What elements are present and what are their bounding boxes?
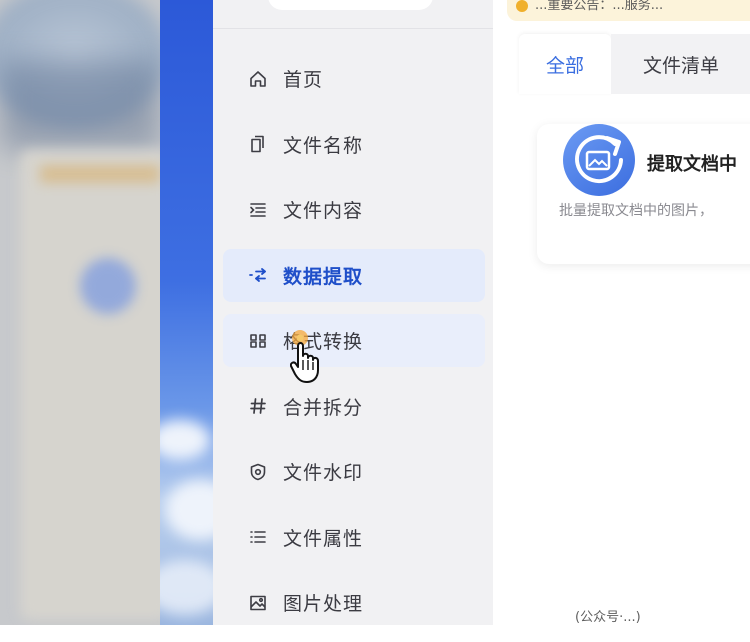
sidebar-item-label: 图片处理 (283, 593, 364, 615)
tab-bar: 全部 文件清单 (519, 34, 750, 94)
notice-text: ...重要公告：...服务... (535, 0, 664, 13)
hash-icon (247, 395, 269, 417)
divider (213, 28, 493, 29)
card-description: 批量提取文档中的图片， (559, 203, 713, 219)
background-panel (20, 150, 160, 620)
hand-cursor-icon (290, 330, 319, 383)
file-copy-icon (247, 133, 269, 155)
cloud (165, 480, 215, 540)
background-window (0, 0, 160, 625)
home-icon (247, 68, 269, 90)
desktop-wallpaper (160, 0, 215, 625)
indent-list-icon (247, 199, 269, 221)
sidebar-item-home[interactable]: 首页 (223, 52, 485, 105)
background-bar (40, 165, 160, 183)
tab-file-list[interactable]: 文件清单 (611, 34, 750, 94)
card-title: 提取文档中 (647, 154, 737, 175)
main-content: ...重要公告：...服务... 全部 文件清单 提取文档中 批量提取文档中的图… (493, 0, 750, 625)
notice-icon (516, 0, 528, 12)
sidebar-item-file-name[interactable]: 文件名称 (223, 118, 485, 171)
extract-image-icon (563, 124, 635, 196)
sidebar-item-label: 数据提取 (283, 265, 364, 288)
convert-frame-icon (247, 330, 269, 352)
shield-icon (247, 461, 269, 483)
watermark-text: (公众号·...) (575, 610, 641, 625)
notice-banner[interactable]: ...重要公告：...服务... (507, 0, 750, 21)
sidebar-top-box[interactable] (268, 0, 433, 10)
sidebar-item-file-content[interactable]: 文件内容 (223, 183, 485, 236)
sidebar-item-merge-split[interactable]: 合并拆分 (223, 380, 485, 433)
extract-arrows-icon (247, 264, 269, 286)
sidebar-item-format-convert[interactable]: 格式转换 (223, 314, 485, 367)
sidebar-item-label: 文件水印 (283, 462, 364, 484)
sidebar-nav: 首页 文件名称 文件内容 数据提取 格式转换 合并拆分 文件水印 文件属性 图片… (223, 52, 485, 642)
cloud (160, 560, 215, 615)
sidebar-item-label: 合并拆分 (283, 396, 364, 419)
sidebar-item-label: 文件内容 (283, 200, 364, 222)
cloud (160, 420, 210, 460)
sidebar-item-label: 文件名称 (283, 134, 364, 157)
sidebar-item-data-extract[interactable]: 数据提取 (223, 248, 485, 302)
list-icon (247, 526, 269, 548)
background-circle (80, 258, 136, 314)
sidebar-item-file-properties[interactable]: 文件属性 (223, 511, 485, 564)
sidebar: 首页 文件名称 文件内容 数据提取 格式转换 合并拆分 文件水印 文件属性 图片… (213, 0, 493, 625)
feature-card[interactable]: 提取文档中 批量提取文档中的图片， (537, 124, 750, 264)
image-icon (247, 592, 269, 614)
tab-all[interactable]: 全部 (519, 34, 611, 94)
sidebar-item-label: 文件属性 (283, 527, 364, 550)
sidebar-item-label: 首页 (283, 69, 324, 91)
sidebar-item-watermark[interactable]: 文件水印 (223, 445, 485, 498)
background-blur (0, 60, 160, 150)
sidebar-item-image-process[interactable]: 图片处理 (223, 576, 485, 629)
